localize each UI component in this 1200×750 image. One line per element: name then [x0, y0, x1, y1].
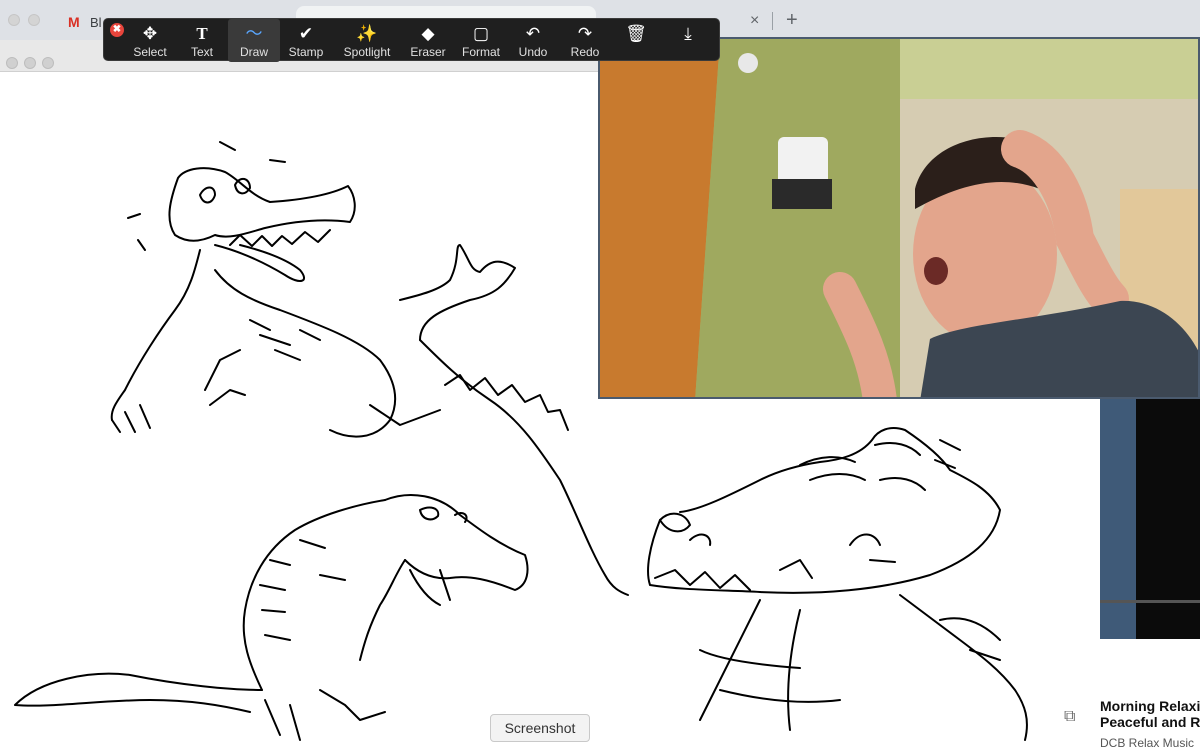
- browser-minimize-dot[interactable]: [28, 14, 40, 26]
- window-close-dot[interactable]: [6, 57, 18, 69]
- tool-draw-label: Draw: [239, 45, 268, 59]
- video-channel-name[interactable]: DCB Relax Music: [1100, 736, 1200, 750]
- spotlight-wand-icon: ✨: [356, 24, 378, 43]
- add-annotation-icon[interactable]: ⧉: [1064, 708, 1075, 726]
- video-title-line2: Peaceful and Rel: [1100, 714, 1200, 730]
- trash-icon: 🗑: [625, 24, 647, 43]
- tool-spotlight-label: Spotlight: [343, 45, 391, 59]
- tool-select-label: Select: [133, 45, 167, 59]
- tool-stamp-label: Stamp: [288, 45, 324, 59]
- tab-divider: [772, 12, 773, 30]
- tool-format[interactable]: ▢ Format: [454, 19, 508, 62]
- drawing-crocodile-top: [110, 141, 629, 596]
- stamp-check-icon: ✔: [298, 24, 314, 43]
- webcam-feed-image: [600, 39, 1198, 397]
- tool-text-label: Text: [190, 45, 213, 59]
- tool-eraser[interactable]: ◆ Eraser: [402, 19, 454, 62]
- drawing-crocodile-bottom-left: [14, 494, 529, 741]
- draw-icon: 〜: [245, 24, 263, 43]
- tool-select[interactable]: ✥ Select: [124, 19, 176, 62]
- tool-undo[interactable]: ↶ Undo: [508, 19, 558, 62]
- format-icon: ▢: [472, 24, 490, 43]
- redo-icon: ↷: [577, 24, 593, 43]
- toolbar-close-icon[interactable]: ✖: [110, 23, 124, 37]
- window-zoom-dot[interactable]: [42, 57, 54, 69]
- tool-eraser-label: Eraser: [410, 45, 446, 59]
- background-video-thumbnail: [1100, 399, 1136, 639]
- tool-text[interactable]: T Text: [176, 19, 228, 62]
- tool-format-label: Format: [461, 45, 500, 59]
- tool-redo-label: Redo: [570, 45, 600, 59]
- window-minimize-dot[interactable]: [24, 57, 36, 69]
- webcam-video-panel[interactable]: [598, 37, 1200, 399]
- tool-clear[interactable]: 🗑: [614, 19, 658, 62]
- tool-draw[interactable]: 〜 Draw: [228, 19, 280, 62]
- video-title-line1: Morning Relaxinc: [1100, 698, 1200, 714]
- undo-icon: ↶: [525, 24, 541, 43]
- tool-undo-label: Undo: [518, 45, 548, 59]
- screenshot-button[interactable]: Screenshot: [490, 714, 590, 742]
- move-icon: ✥: [142, 24, 158, 43]
- video-progress-bar[interactable]: [1100, 600, 1200, 603]
- tab-gmail-title: Bl: [90, 15, 102, 30]
- gmail-icon: M: [68, 14, 80, 30]
- tool-redo[interactable]: ↷ Redo: [560, 19, 610, 62]
- save-icon: ⤓: [684, 24, 692, 43]
- eraser-icon: ◆: [421, 24, 435, 43]
- annotation-toolbar: ✖ ✥ Select T Text 〜 Draw ✔ Stamp ✨ Spotl…: [103, 18, 720, 62]
- new-tab-button[interactable]: +: [786, 9, 798, 32]
- tool-stamp[interactable]: ✔ Stamp: [280, 19, 332, 62]
- tool-save[interactable]: ⤓: [666, 19, 710, 62]
- video-title[interactable]: Morning Relaxinc Peaceful and Rel: [1100, 698, 1200, 730]
- tool-spotlight[interactable]: ✨ Spotlight: [336, 19, 398, 62]
- text-icon: T: [196, 24, 208, 43]
- tab-close-icon[interactable]: ×: [750, 12, 759, 30]
- drawing-crocodile-bottom-right: [647, 427, 1028, 741]
- browser-close-dot[interactable]: [8, 14, 20, 26]
